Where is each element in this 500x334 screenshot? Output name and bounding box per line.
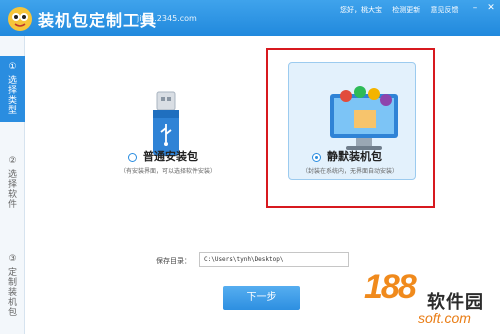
app-domain: jifen.2345.com [137, 14, 197, 23]
silent-package-label: 静默装机包 [327, 150, 382, 163]
step-select-type[interactable]: ① 选择类型 [0, 56, 25, 122]
app-window: 装机包定制工具 jifen.2345.com 您好，桃大宝 检测更新 意见反馈 … [0, 0, 500, 334]
step-sidebar: ① 选择类型 ② 选择软件 ③ 定制装机包 [0, 36, 25, 334]
step-label: 定制装机包 [7, 268, 17, 318]
next-button[interactable]: 下一步 [223, 286, 300, 310]
step-number: ② [8, 156, 17, 166]
check-update-link[interactable]: 检测更新 [392, 6, 420, 14]
step-label: 选择软件 [7, 170, 17, 210]
watermark-number: 188 [364, 268, 417, 306]
step-select-software[interactable]: ② 选择软件 [0, 156, 25, 216]
app-logo-icon [8, 7, 32, 31]
normal-package-desc: （有安装界面，可以选择软件安装） [120, 168, 217, 175]
silent-package-option[interactable]: 静默装机包 [312, 148, 382, 164]
watermark-url: soft.com [418, 310, 471, 326]
top-nav: 您好，桃大宝 检测更新 意见反馈 [340, 5, 466, 15]
silent-package-desc: （封装在系统内，无界面自动安装） [302, 168, 399, 175]
user-greeting[interactable]: 您好，桃大宝 [340, 6, 382, 14]
silent-package-radio[interactable] [312, 152, 321, 162]
minimize-icon[interactable]: – [468, 2, 482, 14]
feedback-link[interactable]: 意见反馈 [430, 6, 458, 14]
step-customize-package[interactable]: ③ 定制装机包 [0, 254, 25, 334]
normal-package-card[interactable] [126, 76, 254, 194]
close-icon[interactable]: ✕ [484, 2, 498, 14]
selection-highlight-box [266, 48, 435, 208]
save-path-input[interactable]: C:\Users\tynh\Desktop\ [199, 252, 349, 267]
save-dir-label: 保存目录： [156, 257, 191, 265]
watermark-logo: 188 软件园 soft.com [334, 250, 500, 334]
normal-package-label: 普通安装包 [143, 150, 198, 163]
normal-package-radio[interactable] [128, 152, 137, 162]
main-panel: 普通安装包 （有安装界面，可以选择软件安装） 静默装机包 （封装在系统内，无界面… [26, 36, 500, 334]
title-bar: 装机包定制工具 jifen.2345.com 您好，桃大宝 检测更新 意见反馈 … [0, 0, 500, 36]
step-label: 选择类型 [7, 76, 17, 116]
window-controls: – ✕ [460, 0, 500, 16]
step-number: ③ [8, 254, 17, 264]
step-number: ① [8, 62, 17, 72]
normal-package-option[interactable]: 普通安装包 [128, 148, 198, 164]
